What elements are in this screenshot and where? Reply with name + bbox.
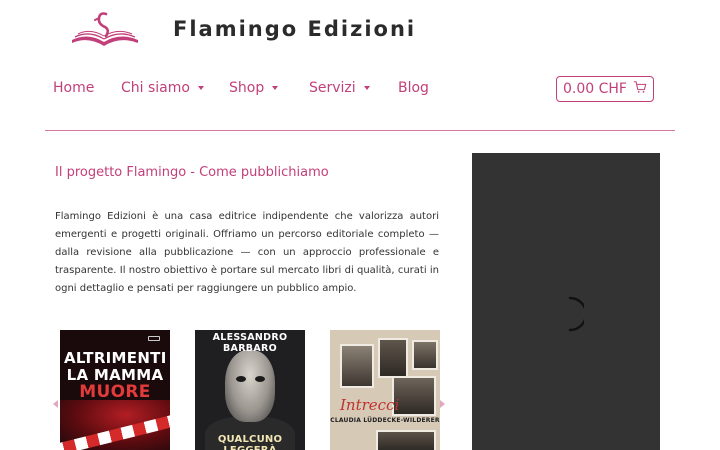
nav-item-label: Chi siamo xyxy=(121,80,190,96)
book-carousel: ALTRIMENTI LA MAMMA MUORE ALESSANDRO BAR… xyxy=(50,330,450,450)
brand-title[interactable]: Flamingo Edizioni xyxy=(173,17,416,41)
caret-down-icon xyxy=(197,86,204,90)
book-cover-altrimenti[interactable]: ALTRIMENTI LA MAMMA MUORE xyxy=(60,330,170,450)
nav-item-shop[interactable]: Shop xyxy=(229,80,279,96)
cover-photo xyxy=(412,340,438,370)
intro-paragraph: Flamingo Edizioni è una casa editrice in… xyxy=(55,211,439,294)
nav-item-servizi[interactable]: Servizi xyxy=(309,80,370,96)
book-cover-title-line: ALTRIMENTI xyxy=(64,349,167,367)
cover-art-eye xyxy=(236,376,246,382)
book-cover-intrecci[interactable]: Intrecci CLAUDIA LÜDDECKE-WILDERER xyxy=(330,330,440,450)
cover-art-mask xyxy=(225,350,275,422)
carousel-next-arrow-icon[interactable] xyxy=(440,400,445,408)
cart-button[interactable]: 0.00 CHF xyxy=(556,76,654,102)
nav-item-label: Servizi xyxy=(309,80,356,96)
cover-photo xyxy=(378,338,408,378)
nav-item-label: Blog xyxy=(398,80,429,96)
cover-photo xyxy=(340,344,374,388)
book-cover-title: ALTRIMENTI LA MAMMA MUORE xyxy=(64,350,166,401)
cover-photo xyxy=(376,430,436,450)
nav-item-label: Home xyxy=(53,80,95,96)
book-cover-author: ALESSANDRO BARBARO xyxy=(212,332,288,354)
header-divider xyxy=(45,130,675,131)
carousel-prev-arrow-icon[interactable] xyxy=(53,400,58,408)
section-heading: Il progetto Flamingo - Come pubblichiamo xyxy=(55,165,329,180)
book-cover-qualcuno-leggera[interactable]: ALESSANDRO BARBARO QUALCUNO LEGGERÀ xyxy=(195,330,305,450)
book-cover-author: CLAUDIA LÜDDECKE-WILDERER xyxy=(330,417,440,424)
loading-spinner-icon xyxy=(568,296,588,332)
book-cover-title: QUALCUNO LEGGERÀ xyxy=(217,434,283,450)
book-cover-title-line: MUORE xyxy=(79,382,151,402)
nav-item-label: Shop xyxy=(229,80,265,96)
book-cover-title: Intrecci xyxy=(340,396,400,414)
caret-down-icon xyxy=(363,86,370,90)
cart-total: 0.00 CHF xyxy=(563,81,627,97)
media-panel xyxy=(472,153,660,450)
cart-icon xyxy=(633,80,647,98)
cover-art-eye xyxy=(255,376,265,382)
nav-item-home[interactable]: Home xyxy=(53,80,94,96)
flamingo-book-icon[interactable] xyxy=(70,10,140,50)
nav-item-chi-siamo[interactable]: Chi siamo xyxy=(121,80,204,96)
nav-item-blog[interactable]: Blog xyxy=(398,80,429,96)
caret-down-icon xyxy=(272,86,279,90)
publisher-mark-icon xyxy=(148,336,160,341)
